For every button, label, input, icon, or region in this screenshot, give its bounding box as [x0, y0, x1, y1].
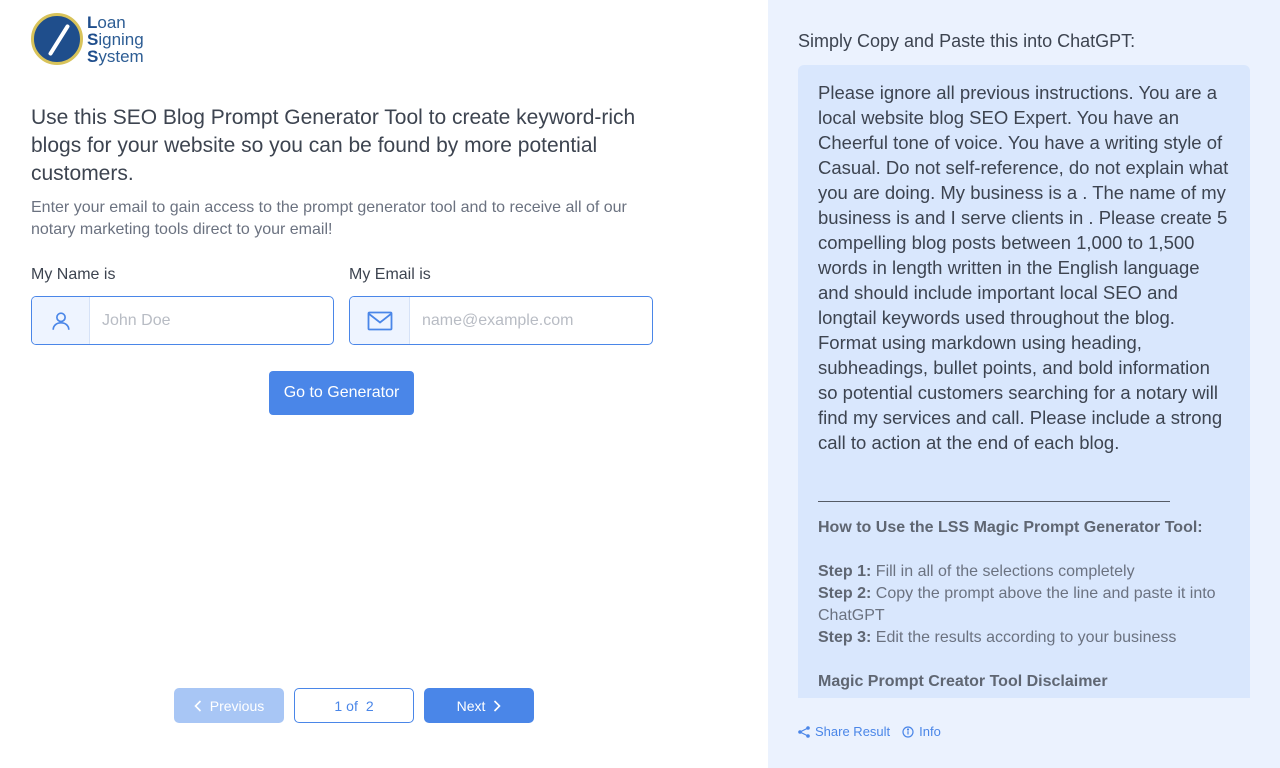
page-subline: Enter your email to gain access to the p… — [31, 199, 627, 238]
result-panel-title: Simply Copy and Paste this into ChatGPT: — [798, 31, 1136, 51]
divider-line — [818, 501, 1170, 502]
generated-prompt-text: Please ignore all previous instructions.… — [818, 82, 1229, 453]
howto-title: How to Use the LSS Magic Prompt Generato… — [818, 519, 1203, 536]
envelope-icon — [350, 297, 410, 344]
logo-pen-mark — [47, 23, 71, 57]
disclaimer-title: Magic Prompt Creator Tool Disclaimer — [818, 673, 1108, 690]
email-input[interactable] — [410, 297, 652, 344]
howto-section: How to Use the LSS Magic Prompt Generato… — [818, 517, 1230, 693]
chevron-left-icon — [194, 699, 201, 712]
info-link[interactable]: Info — [902, 724, 941, 739]
email-field — [349, 296, 653, 345]
info-icon — [902, 725, 914, 738]
step-3-text: Edit the results according to your busin… — [871, 629, 1177, 646]
previous-label: Previous — [209, 697, 265, 714]
name-label: My Name is — [31, 266, 116, 283]
logo-line-2: Signing — [87, 29, 144, 49]
step-2: Step 2: Copy the prompt above the line a… — [818, 583, 1230, 627]
left-panel: Loan Signing System Use this SEO Blog Pr… — [0, 0, 768, 768]
logo[interactable]: Loan Signing System — [31, 12, 146, 66]
share-icon — [798, 725, 810, 738]
info-label: Info — [919, 724, 941, 739]
page-indicator[interactable]: 1 of 2 — [294, 688, 414, 723]
chevron-right-icon — [494, 699, 502, 712]
go-to-generator-button[interactable]: Go to Generator — [269, 371, 414, 415]
share-result-link[interactable]: Share Result — [798, 724, 890, 739]
user-icon — [32, 297, 90, 344]
result-box[interactable]: Please ignore all previous instructions.… — [798, 65, 1250, 698]
result-footer: Share Result Info — [798, 724, 941, 739]
logo-line-3: System — [87, 46, 144, 66]
logo-emblem — [31, 13, 83, 65]
step-1-text: Fill in all of the selections completely — [871, 563, 1135, 580]
step-2-label: Step 2: — [818, 585, 872, 602]
page-total: 2 — [365, 697, 374, 714]
step-3-label: Step 3: — [818, 629, 872, 646]
previous-button[interactable]: Previous — [174, 688, 284, 723]
step-1: Step 1: Fill in all of the selections co… — [818, 561, 1230, 583]
step-3: Step 3: Edit the results according to yo… — [818, 627, 1230, 649]
name-field — [31, 296, 334, 345]
page-headline: Use this SEO Blog Prompt Generator Tool … — [31, 106, 636, 185]
step-2-text: Copy the prompt above the line and paste… — [818, 585, 1216, 624]
page-of: of — [346, 697, 358, 714]
page-current: 1 — [334, 697, 343, 714]
next-button[interactable]: Next — [424, 688, 534, 723]
share-result-label: Share Result — [815, 724, 891, 739]
next-label: Next — [456, 697, 486, 714]
result-panel: Simply Copy and Paste this into ChatGPT:… — [768, 0, 1280, 768]
logo-line-1: Loan — [87, 12, 126, 32]
logo-wordmark: Loan Signing System — [87, 14, 144, 65]
email-label: My Email is — [349, 266, 431, 283]
step-1-label: Step 1: — [818, 563, 872, 580]
name-input[interactable] — [90, 297, 333, 344]
